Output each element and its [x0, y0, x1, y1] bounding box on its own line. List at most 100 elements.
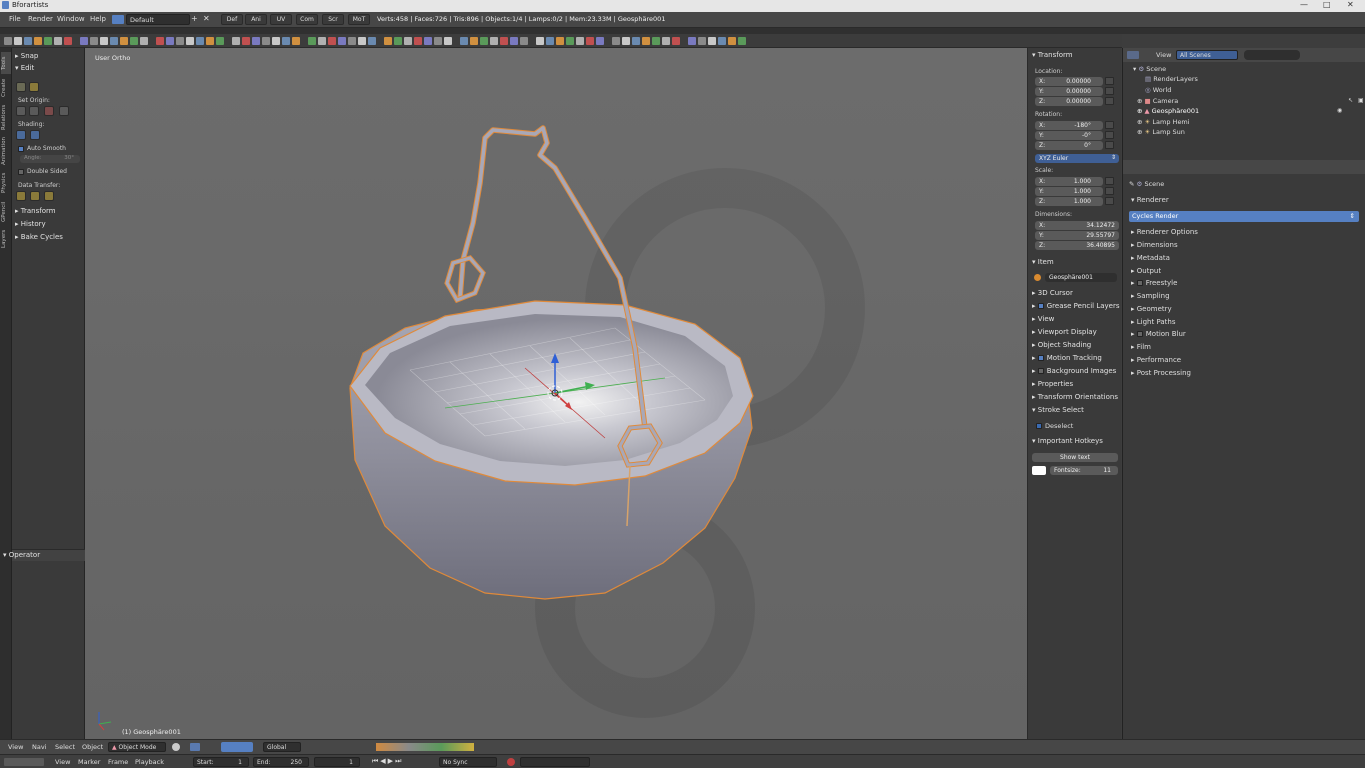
end-frame-field[interactable]: End: 250 [253, 757, 309, 767]
outliner-renderlayers[interactable]: ▤ RenderLayers [1145, 75, 1198, 83]
scene-filter-select[interactable]: All Scenes [1176, 50, 1238, 60]
toolbar-tool-icon[interactable] [384, 37, 392, 45]
workspace-tab-mot[interactable]: MoT [348, 14, 370, 25]
add-screen-icon[interactable]: + [191, 14, 198, 23]
toolbar-tool-icon[interactable] [632, 37, 640, 45]
panel-history[interactable]: ▸ History [15, 220, 46, 228]
toolbar-tool-icon[interactable] [688, 37, 696, 45]
toolbar-tool-icon[interactable] [460, 37, 468, 45]
pin-icon[interactable]: ✎ [1129, 180, 1134, 188]
workspace-tab-com[interactable]: Com [296, 14, 318, 25]
toolbar-tool-icon[interactable] [698, 37, 706, 45]
toolbar-tool-icon[interactable] [490, 37, 498, 45]
toolbar-tool-icon[interactable] [262, 37, 270, 45]
rotation-y-field[interactable]: Y: -0° [1035, 131, 1103, 140]
3d-viewport[interactable]: User Ortho (1) Geosphäre001 [85, 48, 1027, 739]
origin-object-icon[interactable] [59, 106, 69, 116]
data-layout-icon[interactable] [30, 191, 40, 201]
section-grease-pencil[interactable]: ▸ Grease Pencil Layers [1032, 302, 1120, 310]
menu-view[interactable]: View [8, 743, 23, 751]
current-frame-field[interactable]: 1 [314, 757, 360, 767]
toolbar-tool-icon[interactable] [252, 37, 260, 45]
tab-layers[interactable]: Layers [1, 228, 11, 250]
keying-set-select[interactable] [520, 757, 590, 767]
workspace-tab-uv[interactable]: UV [270, 14, 292, 25]
toolbar-tool-icon[interactable] [166, 37, 174, 45]
section-3d-cursor[interactable]: ▸ 3D Cursor [1032, 289, 1073, 297]
toolbar-tool-icon[interactable] [64, 37, 72, 45]
origin-mass-icon[interactable] [44, 106, 54, 116]
menu-file[interactable]: File [9, 15, 21, 23]
menu-render[interactable]: Render [28, 15, 53, 23]
toolbar-tool-icon[interactable] [196, 37, 204, 45]
menu-select[interactable]: Select [55, 743, 75, 751]
toolbar-tool-icon[interactable] [622, 37, 630, 45]
rotation-mode-select[interactable]: XYZ Euler ⇕ [1035, 154, 1119, 163]
toolbar-tool-icon[interactable] [156, 37, 164, 45]
timeline-menu-marker[interactable]: Marker [78, 758, 100, 766]
toolbar-tool-icon[interactable] [424, 37, 432, 45]
text-color-swatch[interactable] [1032, 466, 1046, 475]
panel-bake-cycles[interactable]: ▸ Bake Cycles [15, 233, 63, 241]
origin-cursor-icon[interactable] [29, 106, 39, 116]
workspace-tab-def[interactable]: Def [221, 14, 243, 25]
props-section-post-processing[interactable]: ▸ Post Processing [1131, 369, 1191, 377]
toolbar-tool-icon[interactable] [328, 37, 336, 45]
toolbar-tool-icon[interactable] [546, 37, 554, 45]
lock-icon[interactable] [1105, 187, 1114, 195]
location-x-field[interactable]: X: 0.00000 [1035, 77, 1103, 86]
toolbar-tool-icon[interactable] [510, 37, 518, 45]
shade-flat-icon[interactable] [30, 130, 40, 140]
lock-icon[interactable] [1105, 97, 1114, 105]
section-properties[interactable]: ▸ Properties [1032, 380, 1073, 388]
layer-buttons[interactable] [376, 743, 474, 751]
toolbar-tool-icon[interactable] [414, 37, 422, 45]
toolbar-tool-icon[interactable] [728, 37, 736, 45]
location-y-field[interactable]: Y: 0.00000 [1035, 87, 1103, 96]
toolbar-tool-icon[interactable] [348, 37, 356, 45]
lock-icon[interactable] [1105, 197, 1114, 205]
toolbar-tool-icon[interactable] [596, 37, 604, 45]
lock-icon[interactable] [1105, 121, 1114, 129]
viewport-shading-icon[interactable] [172, 743, 180, 751]
toolbar-tool-icon[interactable] [232, 37, 240, 45]
toolbar-tool-icon[interactable] [282, 37, 290, 45]
double-sided-checkbox[interactable]: Double Sided [18, 168, 67, 175]
toolbar-tool-icon[interactable] [394, 37, 402, 45]
toolbar-tool-icon[interactable] [272, 37, 280, 45]
lock-icon[interactable] [1105, 177, 1114, 185]
eye-icon[interactable]: ◉ [1337, 107, 1342, 114]
toolbar-tool-icon[interactable] [176, 37, 184, 45]
menu-object[interactable]: Object [82, 743, 103, 751]
toolbar-tool-icon[interactable] [318, 37, 326, 45]
outliner-camera[interactable]: ⊕ ■ Camera [1137, 97, 1178, 105]
sync-select[interactable]: No Sync [439, 757, 497, 767]
tab-gpencil[interactable]: GPencil [1, 198, 11, 226]
toolbar-tool-icon[interactable] [54, 37, 62, 45]
toolbar-tool-icon[interactable] [500, 37, 508, 45]
timeline-menu-frame[interactable]: Frame [108, 758, 128, 766]
section-background-images[interactable]: ▸ Background Images [1032, 367, 1116, 375]
renderer-panel-header[interactable]: ▾ Renderer [1131, 196, 1169, 204]
toolbar-tool-icon[interactable] [662, 37, 670, 45]
close-icon[interactable]: ✕ [1347, 0, 1354, 9]
section-motion-tracking[interactable]: ▸ Motion Tracking [1032, 354, 1102, 362]
tab-tools[interactable]: Tools [1, 52, 11, 74]
section-stroke-select[interactable]: ▾ Stroke Select [1032, 406, 1084, 414]
item-panel-header[interactable]: ▾ Item [1032, 258, 1054, 266]
toolbar-tool-icon[interactable] [206, 37, 214, 45]
toolbar-tool-icon[interactable] [34, 37, 42, 45]
maximize-icon[interactable]: □ [1323, 0, 1331, 9]
angle-field[interactable]: Angle: 30° [20, 155, 80, 163]
props-section-freestyle[interactable]: ▸ Freestyle [1131, 279, 1177, 287]
menu-navi[interactable]: Navi [32, 743, 47, 751]
panel-snap[interactable]: ▸ Snap [15, 52, 38, 60]
toolbar-tool-icon[interactable] [738, 37, 746, 45]
toolbar-tool-icon[interactable] [612, 37, 620, 45]
editor-type-icon[interactable] [1127, 51, 1139, 59]
props-section-film[interactable]: ▸ Film [1131, 343, 1151, 351]
toolbar-tool-icon[interactable] [652, 37, 660, 45]
playback-controls[interactable]: ⏮◀▶⏭ [372, 757, 403, 766]
panel-transform[interactable]: ▸ Transform [15, 207, 56, 215]
props-section-renderer-options[interactable]: ▸ Renderer Options [1131, 228, 1198, 236]
